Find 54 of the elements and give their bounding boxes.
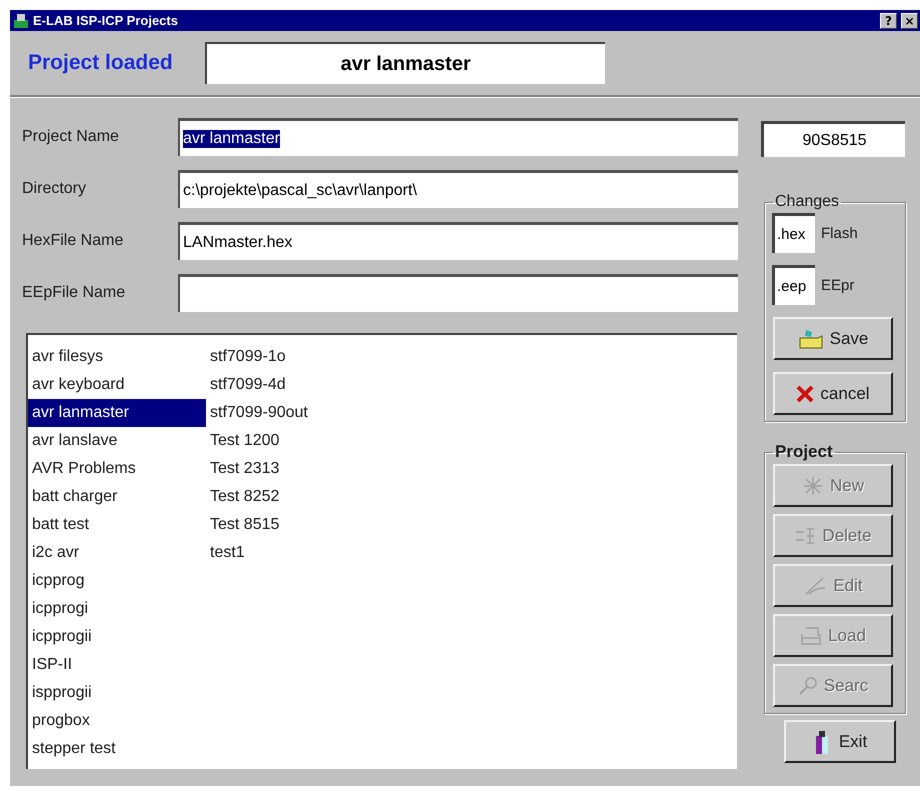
input-field[interactable]: c:\projekte\pascal_sc\avr\lanport\ bbox=[178, 170, 738, 208]
folder-icon bbox=[798, 328, 824, 350]
list-item[interactable]: icpprog bbox=[28, 567, 206, 595]
list-item[interactable]: batt charger bbox=[28, 483, 206, 511]
group-title: Changes bbox=[774, 193, 840, 211]
close-button[interactable]: × bbox=[901, 12, 918, 28]
field-label: HexFile Name bbox=[22, 232, 124, 250]
lines-icon bbox=[794, 526, 816, 546]
list-item[interactable]: i2c avr bbox=[28, 539, 206, 567]
field-label: EEpr bbox=[821, 276, 854, 294]
field-label: Directory bbox=[22, 180, 88, 198]
input-field[interactable] bbox=[178, 274, 738, 312]
list-item[interactable]: ISP-II bbox=[28, 651, 206, 679]
list-item[interactable]: Test 8252 bbox=[206, 483, 386, 511]
list-item[interactable]: AVR Problems bbox=[28, 455, 206, 483]
list-item[interactable]: test1 bbox=[206, 539, 386, 567]
tray-icon bbox=[800, 626, 822, 646]
list-item[interactable]: ispprogii bbox=[28, 679, 206, 707]
list-item[interactable]: stf7099-1o bbox=[206, 343, 386, 371]
list-item[interactable]: Test 8515 bbox=[206, 511, 386, 539]
list-item[interactable]: stf7099-90out bbox=[206, 399, 386, 427]
list-item[interactable]: progbox bbox=[28, 707, 206, 735]
list-item[interactable]: avr lanslave bbox=[28, 427, 206, 455]
group-title: Project bbox=[774, 442, 834, 462]
project-loaded-label: Project loaded bbox=[28, 51, 173, 75]
loaded-project-display: avr lanmaster bbox=[204, 42, 605, 84]
list-item[interactable]: Test 1200 bbox=[206, 427, 386, 455]
input-field[interactable]: avr lanmaster bbox=[178, 118, 738, 156]
window-title: E-LAB ISP-ICP Projects bbox=[33, 13, 179, 28]
app-icon bbox=[13, 12, 29, 28]
save-button[interactable]: Save bbox=[773, 317, 893, 360]
search-icon bbox=[798, 676, 818, 696]
list-item[interactable]: icpprogii bbox=[28, 623, 206, 651]
device-display: 90S8515 bbox=[761, 121, 905, 157]
input-field[interactable]: .hex bbox=[772, 213, 815, 253]
list-item[interactable]: avr keyboard bbox=[28, 371, 206, 399]
pen-icon bbox=[803, 576, 828, 596]
list-item[interactable]: batt test bbox=[28, 511, 206, 539]
list-item[interactable]: stf7099-4d bbox=[206, 371, 386, 399]
close-icon bbox=[796, 384, 814, 402]
list-item[interactable]: avr lanmaster bbox=[28, 399, 206, 427]
exit-button[interactable]: Exit bbox=[784, 720, 896, 763]
list-item[interactable]: Test 2313 bbox=[206, 455, 386, 483]
field-label: Flash bbox=[821, 224, 858, 242]
list-item[interactable]: stepper test bbox=[28, 735, 206, 763]
field-label: EEpFile Name bbox=[22, 284, 126, 302]
list-item[interactable]: avr filesys bbox=[28, 343, 206, 371]
list-item[interactable]: icpprogi bbox=[28, 595, 206, 623]
input-field[interactable]: .eep bbox=[772, 265, 815, 305]
sparkle-icon bbox=[802, 476, 824, 496]
help-button[interactable]: ? bbox=[880, 12, 897, 28]
cancel-button[interactable]: cancel bbox=[773, 372, 893, 415]
input-field[interactable]: LANmaster.hex bbox=[178, 222, 738, 260]
field-label: Project Name bbox=[22, 128, 120, 146]
